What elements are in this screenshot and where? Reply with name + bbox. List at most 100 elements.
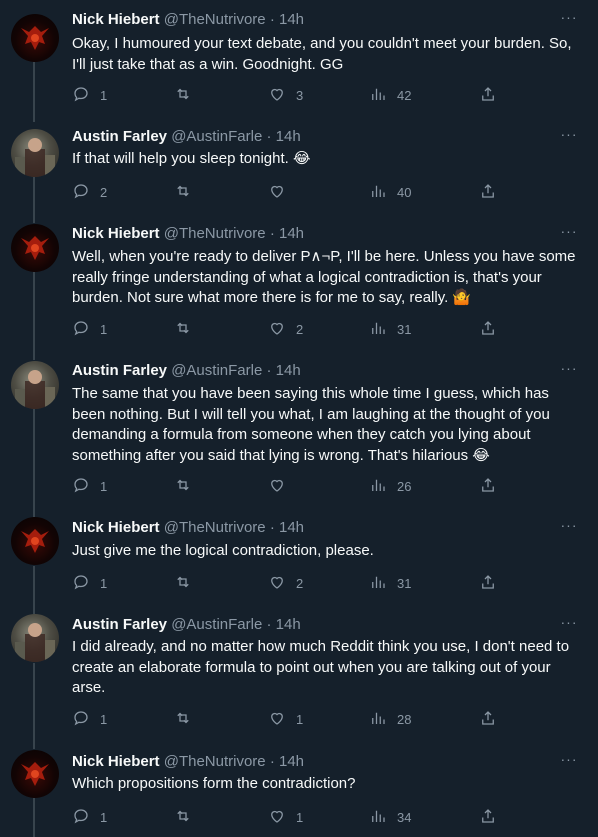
author-handle[interactable]: @TheNutrivore — [164, 225, 266, 242]
views-icon — [369, 573, 387, 594]
author-handle[interactable]: @TheNutrivore — [164, 519, 266, 536]
share-button[interactable] — [479, 476, 497, 496]
views-icon — [369, 476, 387, 497]
author-name[interactable]: Austin Farley — [72, 616, 167, 633]
like-button[interactable]: 3 — [268, 85, 303, 105]
heart-icon — [268, 476, 286, 497]
retweet-button[interactable] — [174, 573, 202, 593]
author-name[interactable]: Austin Farley — [72, 128, 167, 145]
tweet[interactable]: Austin Farley @AustinFarle · 14h ··· The… — [0, 349, 598, 504]
author-name[interactable]: Nick Hiebert — [72, 519, 160, 536]
reply-count: 1 — [100, 711, 108, 727]
more-icon[interactable]: ··· — [560, 224, 578, 244]
views-count: 34 — [397, 809, 412, 825]
reply-button[interactable]: 1 — [72, 319, 107, 339]
tweet[interactable]: Austin Farley @AustinFarle · 14h ··· I d… — [0, 602, 598, 738]
share-button[interactable] — [479, 573, 497, 593]
avatar[interactable] — [11, 361, 59, 409]
avatar[interactable] — [11, 750, 59, 798]
share-button[interactable] — [479, 319, 497, 339]
heart-icon — [268, 573, 286, 594]
more-icon[interactable]: ··· — [560, 615, 578, 635]
views-button[interactable]: 26 — [369, 476, 411, 496]
tweet[interactable]: Nick Hiebert @TheNutrivore · 14h ··· Whi… — [0, 739, 598, 837]
tweet[interactable]: Nick Hiebert @TheNutrivore · 14h ··· Jus… — [0, 505, 598, 601]
reply-button[interactable]: 2 — [72, 182, 107, 202]
tweet-header: Austin Farley @AustinFarle · 14h — [72, 361, 301, 381]
reply-icon — [72, 182, 90, 203]
tweet[interactable]: Nick Hiebert @TheNutrivore · 14h ··· Wel… — [0, 212, 598, 348]
share-icon — [479, 807, 497, 828]
views-count: 31 — [397, 321, 412, 337]
more-icon[interactable]: ··· — [560, 361, 578, 381]
retweet-button[interactable] — [174, 319, 202, 339]
avatar[interactable] — [11, 517, 59, 565]
author-name[interactable]: Nick Hiebert — [72, 225, 160, 242]
tweet-text: I did already, and no matter how much Re… — [72, 638, 570, 696]
separator-dot: · — [266, 616, 272, 633]
author-name[interactable]: Nick Hiebert — [72, 11, 160, 28]
author-handle[interactable]: @AustinFarle — [171, 616, 262, 633]
retweet-button[interactable] — [174, 182, 202, 202]
author-handle[interactable]: @TheNutrivore — [164, 753, 266, 770]
like-button[interactable] — [268, 182, 296, 202]
more-icon[interactable]: ··· — [560, 518, 578, 538]
author-name[interactable]: Nick Hiebert — [72, 753, 160, 770]
views-button[interactable]: 42 — [369, 85, 411, 105]
tweet[interactable]: Nick Hiebert @TheNutrivore · 14h ··· Oka… — [0, 0, 598, 115]
author-name[interactable]: Austin Farley — [72, 362, 167, 379]
retweet-button[interactable] — [174, 709, 202, 729]
reply-icon — [72, 573, 90, 594]
heart-icon — [268, 85, 286, 106]
tweet-header: Austin Farley @AustinFarle · 14h — [72, 127, 301, 147]
timestamp[interactable]: 14h — [276, 362, 301, 379]
reply-button[interactable]: 1 — [72, 573, 107, 593]
like-button[interactable]: 2 — [268, 573, 303, 593]
timestamp[interactable]: 14h — [279, 753, 304, 770]
author-handle[interactable]: @TheNutrivore — [164, 11, 266, 28]
like-button[interactable]: 1 — [268, 709, 303, 729]
like-button[interactable]: 2 — [268, 319, 303, 339]
avatar[interactable] — [11, 614, 59, 662]
reply-button[interactable]: 1 — [72, 807, 107, 827]
tweet-header: Austin Farley @AustinFarle · 14h — [72, 615, 301, 635]
timestamp[interactable]: 14h — [276, 128, 301, 145]
avatar[interactable] — [11, 224, 59, 272]
share-button[interactable] — [479, 709, 497, 729]
retweet-icon — [174, 319, 192, 340]
timestamp[interactable]: 14h — [279, 519, 304, 536]
author-handle[interactable]: @AustinFarle — [171, 362, 262, 379]
timestamp[interactable]: 14h — [276, 616, 301, 633]
views-button[interactable]: 34 — [369, 807, 411, 827]
reply-button[interactable]: 1 — [72, 85, 107, 105]
timestamp[interactable]: 14h — [279, 225, 304, 242]
retweet-button[interactable] — [174, 476, 202, 496]
retweet-button[interactable] — [174, 807, 202, 827]
views-button[interactable]: 28 — [369, 709, 411, 729]
more-icon[interactable]: ··· — [560, 752, 578, 772]
heart-icon — [268, 319, 286, 340]
like-button[interactable] — [268, 476, 296, 496]
reply-button[interactable]: 1 — [72, 476, 107, 496]
views-count: 40 — [397, 184, 412, 200]
views-button[interactable]: 31 — [369, 573, 411, 593]
views-icon — [369, 709, 387, 730]
retweet-button[interactable] — [174, 85, 202, 105]
like-button[interactable]: 1 — [268, 807, 303, 827]
reply-button[interactable]: 1 — [72, 709, 107, 729]
timestamp[interactable]: 14h — [279, 11, 304, 28]
reply-count: 2 — [100, 184, 108, 200]
more-icon[interactable]: ··· — [560, 10, 578, 30]
share-button[interactable] — [479, 85, 497, 105]
more-icon[interactable]: ··· — [560, 127, 578, 147]
avatar[interactable] — [11, 14, 59, 62]
tweet-header: Nick Hiebert @TheNutrivore · 14h — [72, 224, 304, 244]
share-button[interactable] — [479, 807, 497, 827]
avatar[interactable] — [11, 129, 59, 177]
share-button[interactable] — [479, 182, 497, 202]
views-button[interactable]: 40 — [369, 182, 411, 202]
retweet-icon — [174, 807, 192, 828]
views-button[interactable]: 31 — [369, 319, 411, 339]
tweet[interactable]: Austin Farley @AustinFarle · 14h ··· If … — [0, 116, 598, 211]
author-handle[interactable]: @AustinFarle — [171, 128, 262, 145]
